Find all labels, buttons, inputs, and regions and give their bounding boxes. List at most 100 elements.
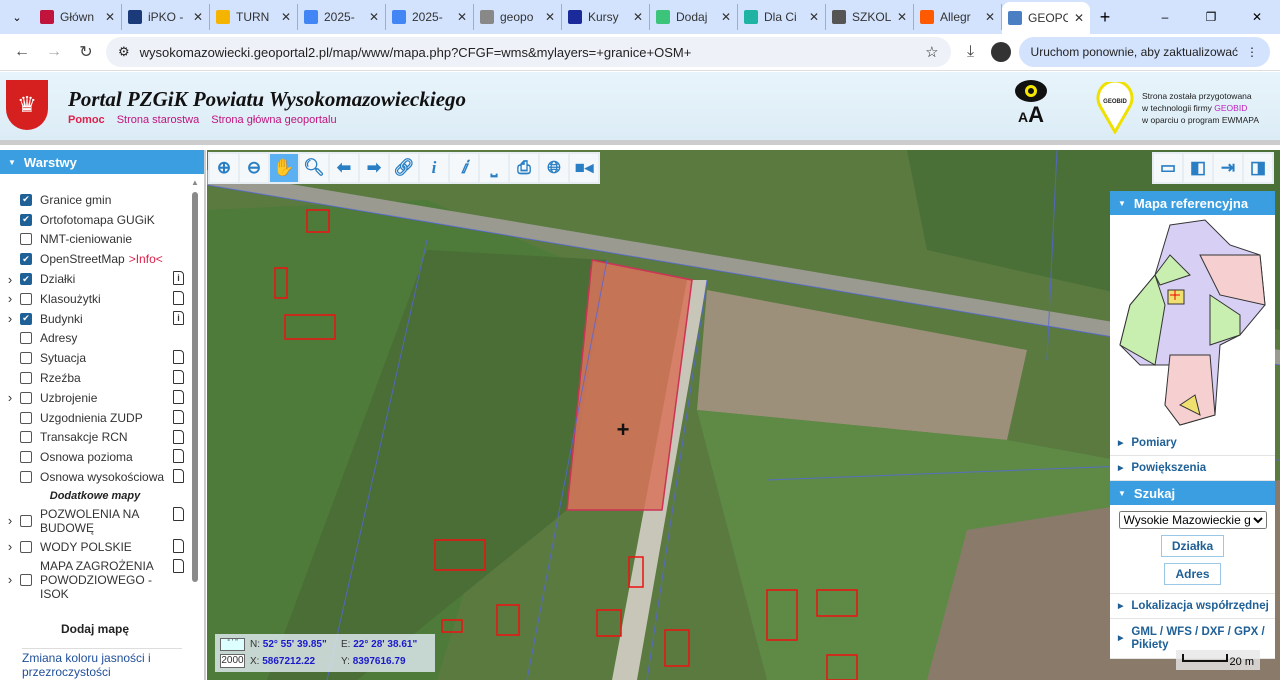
layer-legend-doc-icon[interactable] bbox=[173, 290, 184, 305]
tab-close-icon[interactable]: ✕ bbox=[281, 10, 291, 24]
layer-info-link[interactable]: >Info< bbox=[129, 252, 163, 266]
zoom-extent-icon[interactable]: 🔍︎ bbox=[300, 154, 328, 182]
right-panel-toggle-icon[interactable]: ◨ bbox=[1244, 154, 1272, 182]
layer-checkbox[interactable]: ✔ bbox=[20, 312, 32, 325]
layer-checkbox[interactable] bbox=[20, 352, 32, 365]
expand-chevron-icon[interactable]: › bbox=[0, 272, 20, 287]
layer-label[interactable]: Granice gmin bbox=[40, 193, 111, 207]
layer-checkbox[interactable]: ✔ bbox=[20, 253, 32, 266]
layer-label[interactable]: Budynki bbox=[40, 312, 83, 326]
layer-checkbox[interactable] bbox=[20, 514, 32, 527]
layer-checkbox[interactable]: ✔ bbox=[20, 213, 32, 226]
browser-tab[interactable]: Dla Ci ✕ bbox=[738, 4, 826, 30]
layer-label[interactable]: Uzbrojenie bbox=[40, 391, 97, 405]
expand-chevron-icon[interactable]: › bbox=[0, 291, 20, 306]
tab-close-icon[interactable]: ✕ bbox=[369, 10, 379, 24]
layer-checkbox[interactable]: ✔ bbox=[20, 273, 32, 286]
layer-checkbox[interactable] bbox=[20, 233, 32, 246]
layer-label[interactable]: MAPA ZAGROŻENIA POWODZIOWEGO - ISOK bbox=[40, 559, 160, 601]
expand-chevron-icon[interactable]: › bbox=[0, 572, 20, 587]
back-icon[interactable]: ← bbox=[10, 43, 34, 61]
layer-legend-doc-icon[interactable] bbox=[173, 506, 184, 521]
exit-panel-icon[interactable]: ⇥ bbox=[1214, 154, 1242, 182]
reference-map[interactable] bbox=[1110, 215, 1275, 431]
layer-checkbox[interactable] bbox=[20, 332, 32, 345]
site-info-icon[interactable]: ⚙ bbox=[118, 44, 130, 60]
tab-close-icon[interactable]: ✕ bbox=[1074, 11, 1084, 25]
layer-checkbox[interactable] bbox=[20, 573, 32, 586]
download-icon[interactable]: ⤓ bbox=[959, 43, 983, 61]
layer-info-doc-icon[interactable]: i bbox=[173, 271, 184, 286]
layer-label[interactable]: Uzgodnienia ZUDP bbox=[40, 411, 143, 425]
search-parcel-button[interactable]: Działka bbox=[1160, 535, 1225, 557]
next-view-icon[interactable]: ➡ bbox=[360, 154, 388, 182]
geobid-logo[interactable]: GEOBID bbox=[1096, 82, 1134, 134]
close-window-button[interactable]: ✕ bbox=[1234, 10, 1280, 24]
coord-system-button[interactable]: 2000 bbox=[220, 654, 245, 668]
zoom-presets-section[interactable]: ▶ Powiększenia bbox=[1110, 456, 1275, 481]
new-tab-button[interactable]: + bbox=[1090, 7, 1120, 28]
zoom-out-icon[interactable]: ⊖ bbox=[240, 154, 268, 182]
layer-checkbox[interactable] bbox=[20, 471, 32, 484]
browser-tab[interactable]: Kursy ✕ bbox=[562, 4, 650, 30]
info-area-icon[interactable]: ⅈ bbox=[450, 154, 478, 182]
layer-label[interactable]: Sytuacja bbox=[40, 351, 86, 365]
browser-tab[interactable]: Dodaj ✕ bbox=[650, 4, 738, 30]
minimize-button[interactable]: – bbox=[1142, 10, 1188, 24]
expand-chevron-icon[interactable]: › bbox=[0, 390, 20, 405]
tab-close-icon[interactable]: ✕ bbox=[545, 10, 555, 24]
tab-search-button[interactable]: ⌄ bbox=[0, 11, 34, 24]
coordinate-location-section[interactable]: ▶ Lokalizacja współrzędnej bbox=[1110, 594, 1275, 619]
fullscreen-layout-icon[interactable]: ▭ bbox=[1154, 154, 1182, 182]
layer-label[interactable]: Rzeźba bbox=[40, 371, 81, 385]
video-camera-icon[interactable]: ■◂ bbox=[570, 154, 598, 182]
measurements-section[interactable]: ▶ Pomiary bbox=[1110, 431, 1275, 456]
tab-close-icon[interactable]: ✕ bbox=[897, 10, 907, 24]
layer-label[interactable]: Osnowa pozioma bbox=[40, 450, 133, 464]
bookmark-star-icon[interactable]: ☆ bbox=[925, 43, 938, 61]
layer-checkbox[interactable] bbox=[20, 540, 32, 553]
layer-legend-doc-icon[interactable] bbox=[173, 449, 184, 464]
profile-avatar[interactable] bbox=[990, 42, 1011, 62]
layer-label[interactable]: Adresy bbox=[40, 331, 77, 345]
tab-close-icon[interactable]: ✕ bbox=[633, 10, 643, 24]
info-icon[interactable]: i bbox=[420, 154, 448, 182]
pan-hand-icon[interactable]: ✋ bbox=[270, 154, 298, 182]
update-button[interactable]: Uruchom ponownie, aby zaktualizować ⋮ bbox=[1018, 37, 1270, 67]
layer-legend-doc-icon[interactable] bbox=[173, 409, 184, 424]
browser-tab[interactable]: geopo ✕ bbox=[474, 4, 562, 30]
tab-close-icon[interactable]: ✕ bbox=[105, 10, 115, 24]
layer-checkbox[interactable]: ✔ bbox=[20, 193, 32, 206]
font-size-button[interactable]: AA bbox=[1015, 102, 1047, 128]
print-icon[interactable]: ⎙ bbox=[510, 154, 538, 182]
layer-checkbox[interactable] bbox=[20, 411, 32, 424]
starostwo-link[interactable]: Strona starostwa bbox=[117, 114, 200, 126]
browser-tab[interactable]: SZKOL ✕ bbox=[826, 4, 914, 30]
zoom-in-icon[interactable]: ⊕ bbox=[210, 154, 238, 182]
layer-label[interactable]: OpenStreetMap bbox=[40, 252, 125, 266]
link-icon[interactable]: 🔗︎ bbox=[390, 154, 418, 182]
layer-checkbox[interactable] bbox=[20, 431, 32, 444]
layer-label[interactable]: NMT-cieniowanie bbox=[40, 232, 132, 246]
help-link[interactable]: Pomoc bbox=[68, 114, 105, 126]
layer-checkbox[interactable] bbox=[20, 391, 32, 404]
browser-tab[interactable]: TURN ✕ bbox=[210, 4, 298, 30]
layer-checkbox[interactable] bbox=[20, 372, 32, 385]
layer-legend-doc-icon[interactable] bbox=[173, 350, 184, 365]
layer-label[interactable]: Transakcje RCN bbox=[40, 430, 128, 444]
add-map-button[interactable]: Dodaj mapę bbox=[0, 622, 190, 636]
layer-label[interactable]: Działki bbox=[40, 272, 75, 286]
geoportal-home-link[interactable]: Strona główna geoportalu bbox=[211, 114, 336, 126]
layer-info-doc-icon[interactable]: i bbox=[173, 310, 184, 325]
measure-ruler-icon[interactable]: ⎵ bbox=[480, 154, 508, 182]
layer-legend-doc-icon[interactable] bbox=[173, 538, 184, 553]
expand-chevron-icon[interactable]: › bbox=[0, 539, 20, 554]
menu-icon[interactable]: ⋮ bbox=[1246, 45, 1258, 59]
forward-icon[interactable]: → bbox=[42, 43, 66, 61]
layers-panel-header[interactable]: ▼ Warstwy bbox=[0, 150, 204, 174]
layer-label[interactable]: POZWOLENIA NA BUDOWĘ bbox=[40, 507, 160, 535]
scrollbar-thumb[interactable] bbox=[192, 192, 198, 582]
geobid-link[interactable]: GEOBID bbox=[1214, 103, 1247, 113]
layer-label[interactable]: Ortofotomapa GUGiK bbox=[40, 213, 155, 227]
tab-close-icon[interactable]: ✕ bbox=[193, 10, 203, 24]
